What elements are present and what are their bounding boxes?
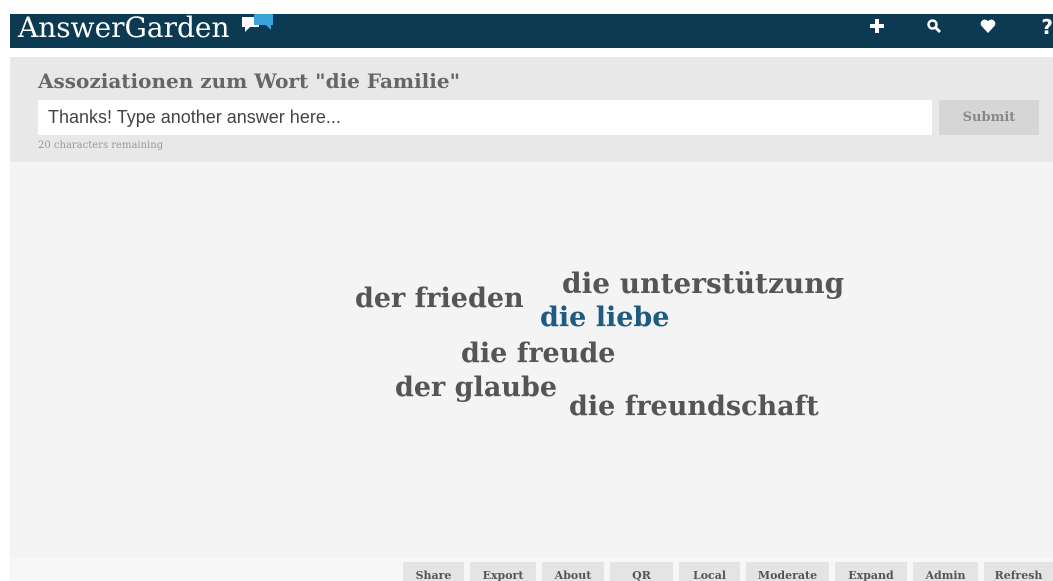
about-button[interactable]: About	[542, 562, 604, 581]
answergarden-logo[interactable]: AnswerGarden	[18, 10, 230, 46]
characters-remaining: 20 characters remaining	[38, 140, 164, 151]
search-icon[interactable]	[919, 14, 949, 48]
answer-word[interactable]: die unterstützung	[562, 270, 844, 298]
moderate-button[interactable]: Moderate	[746, 562, 829, 581]
answer-word[interactable]: die freundschaft	[569, 393, 819, 420]
plus-icon[interactable]	[862, 14, 892, 48]
answer-garden: die unterstützung der frieden die liebe …	[10, 162, 1053, 558]
export-button[interactable]: Export	[470, 562, 536, 581]
help-glyph: ?	[1041, 15, 1053, 39]
help-icon[interactable]: ?	[1030, 14, 1053, 48]
expand-button[interactable]: Expand	[835, 562, 907, 581]
admin-button[interactable]: Admin	[913, 562, 978, 581]
logo-text: AnswerGarden	[18, 11, 230, 44]
answer-word[interactable]: der glaube	[395, 374, 557, 401]
top-navigation-bar: AnswerGarden ?	[10, 11, 1053, 48]
answer-word[interactable]: die freude	[461, 340, 615, 367]
question-title: Assoziationen zum Wort "die Familie"	[38, 69, 461, 93]
answer-input[interactable]	[38, 100, 932, 135]
submit-button[interactable]: Submit	[939, 100, 1039, 135]
speech-bubbles-icon	[242, 14, 273, 32]
qr-button[interactable]: QR	[610, 562, 673, 581]
answer-word[interactable]: die liebe	[540, 304, 669, 331]
share-button[interactable]: Share	[403, 562, 464, 581]
local-button[interactable]: Local	[679, 562, 740, 581]
refresh-button[interactable]: Refresh	[984, 562, 1053, 581]
answer-word[interactable]: der frieden	[355, 285, 524, 312]
heart-icon[interactable]	[973, 14, 1003, 48]
question-panel: Assoziationen zum Wort "die Familie" Sub…	[10, 57, 1053, 162]
